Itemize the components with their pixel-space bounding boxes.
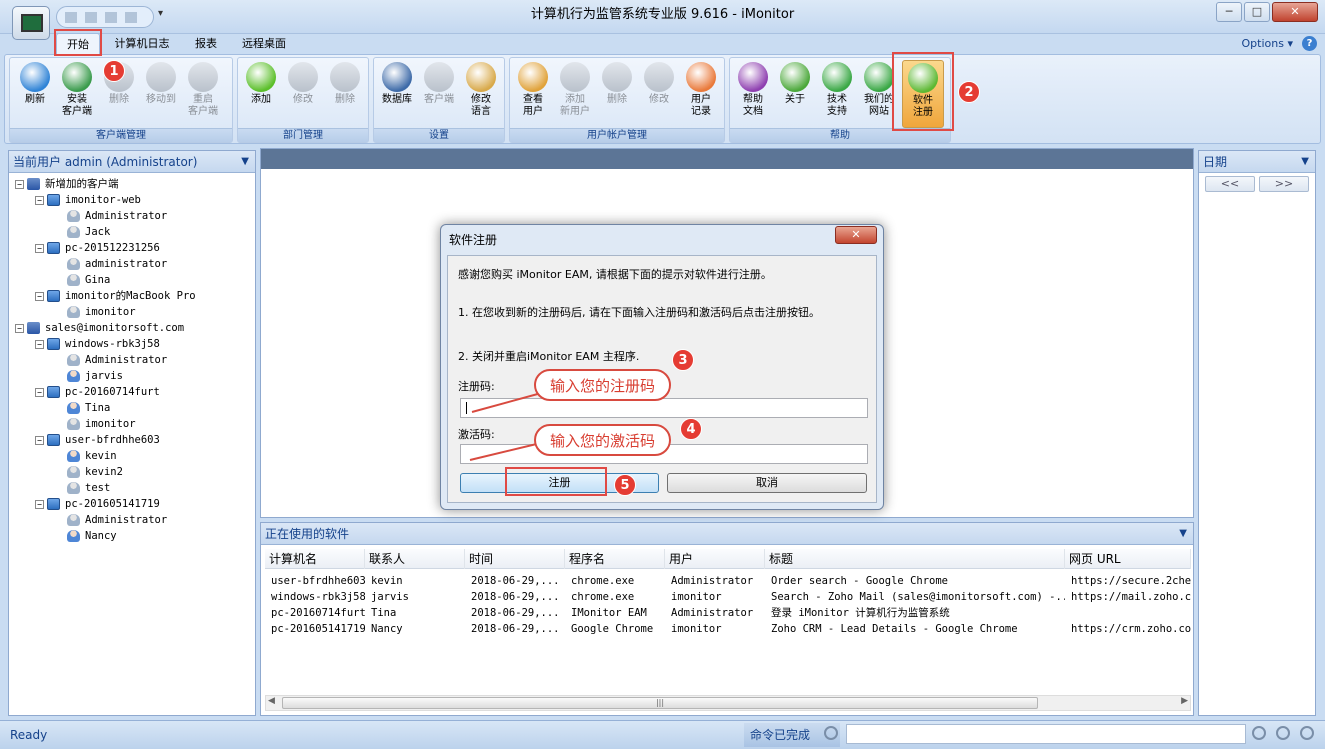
callout-activation-code: 输入您的激活码 xyxy=(534,424,672,456)
callout-reg-code: 输入您的注册码 xyxy=(534,369,672,401)
callout-pointer xyxy=(471,391,546,413)
